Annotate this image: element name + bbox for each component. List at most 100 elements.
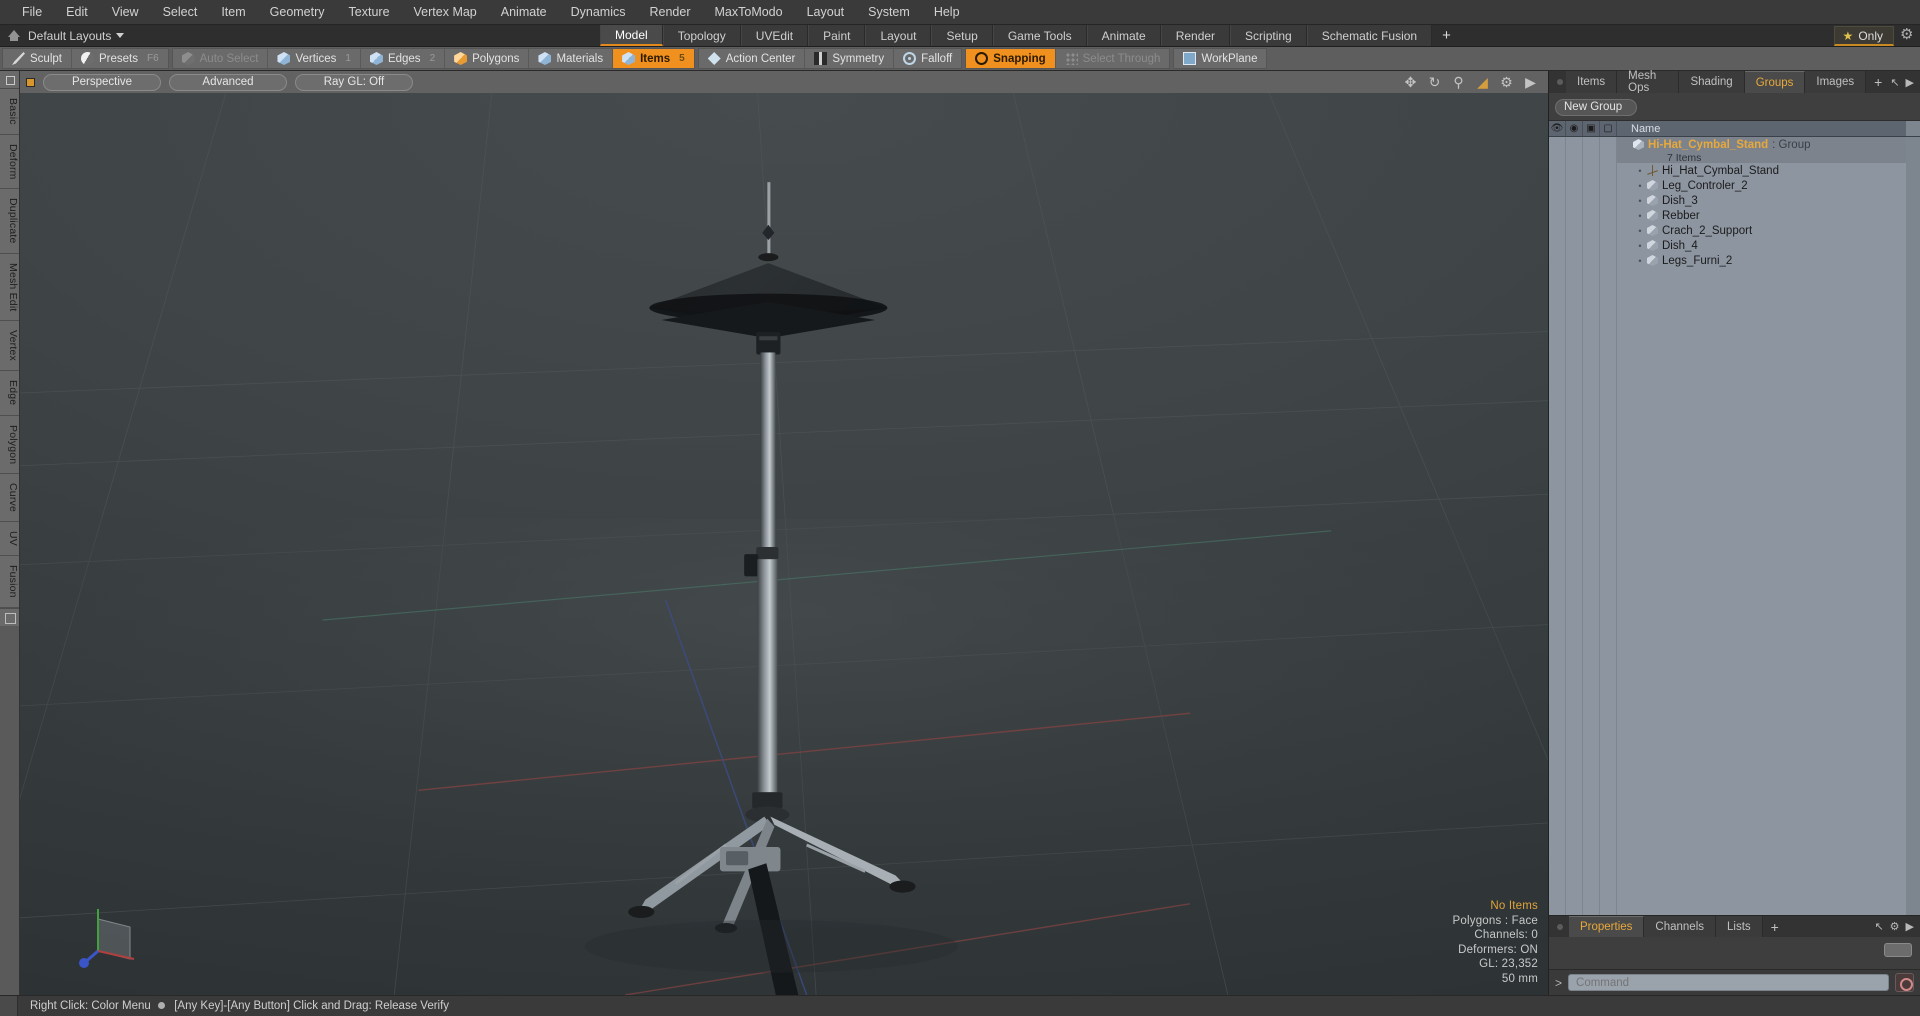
tree-row-item[interactable]: • Dish_3: [1617, 193, 1906, 208]
rail-item-polygon[interactable]: Polygon: [0, 415, 19, 475]
select-through-button[interactable]: Select Through: [1056, 49, 1170, 68]
menu-item-item[interactable]: Item: [209, 2, 257, 22]
vertices-button[interactable]: Vertices 1: [268, 49, 361, 68]
tree-scrollbar[interactable]: [1906, 137, 1920, 915]
tree-row-item[interactable]: • Crach_2_Support: [1617, 223, 1906, 238]
tree-row-item[interactable]: • Legs_Furni_2: [1617, 253, 1906, 268]
tree-row-item[interactable]: • Rebber: [1617, 208, 1906, 223]
tree-expander-icon[interactable]: •: [1633, 226, 1647, 236]
panel-add-tab-button[interactable]: +: [1866, 71, 1891, 93]
rail-item-deform[interactable]: Deform: [0, 134, 19, 190]
panel-tab-items[interactable]: Items: [1566, 71, 1618, 93]
3d-viewport[interactable]: No Items Polygons : Face Channels: 0 Def…: [20, 93, 1548, 995]
menu-item-dynamics[interactable]: Dynamics: [559, 2, 638, 22]
polygons-button[interactable]: Polygons: [445, 49, 530, 68]
tree-expander-icon[interactable]: •: [1633, 256, 1647, 266]
tree-row-item[interactable]: • Dish_4: [1617, 238, 1906, 253]
action-center-button[interactable]: Action Center: [699, 49, 806, 68]
viewport-settings-gear-icon[interactable]: ⚙: [1499, 74, 1514, 90]
menu-item-render[interactable]: Render: [638, 2, 703, 22]
materials-button[interactable]: Materials: [529, 49, 614, 68]
presets-button[interactable]: Presets F6: [72, 49, 168, 68]
tab-setup[interactable]: Setup: [931, 25, 993, 46]
tab-topology[interactable]: Topology: [662, 25, 741, 46]
tree-expander-icon[interactable]: •: [1633, 166, 1647, 176]
viewport-projection-dropdown[interactable]: Perspective: [43, 73, 161, 91]
snapping-button[interactable]: Snapping: [966, 49, 1056, 68]
tree-expander-icon[interactable]: •: [1633, 241, 1647, 251]
edges-button[interactable]: Edges 2: [361, 49, 446, 68]
symmetry-button[interactable]: Symmetry: [805, 49, 895, 68]
bottom-add-tab-button[interactable]: +: [1762, 916, 1787, 937]
gutter-lock[interactable]: [1583, 137, 1600, 915]
rail-item-uv[interactable]: UV: [0, 522, 19, 557]
tab-uvedit[interactable]: UVEdit: [740, 25, 809, 46]
status-bar-grip[interactable]: [0, 995, 18, 1016]
record-macro-button[interactable]: [1895, 973, 1914, 992]
rail-item-basic[interactable]: Basic: [0, 89, 19, 135]
expand-panel-icon[interactable]: ↖: [1890, 76, 1899, 89]
layout-selector[interactable]: Default Layouts: [0, 25, 600, 46]
bottom-panel-gear-icon[interactable]: ⚙: [1890, 920, 1900, 933]
menu-item-view[interactable]: View: [100, 2, 151, 22]
command-input[interactable]: [1568, 974, 1889, 991]
tab-scripting[interactable]: Scripting: [1230, 25, 1307, 46]
gutter-render[interactable]: [1566, 137, 1583, 915]
expand-bottom-panel-icon[interactable]: ↖: [1874, 920, 1883, 933]
menu-item-select[interactable]: Select: [151, 2, 210, 22]
new-group-button[interactable]: New Group: [1555, 99, 1638, 116]
viewport-more-arrow-icon[interactable]: ▶: [1523, 74, 1538, 90]
menu-item-maxtomodo[interactable]: MaxToModo: [703, 2, 795, 22]
menu-item-layout[interactable]: Layout: [795, 2, 857, 22]
panel-tab-images[interactable]: Images: [1805, 71, 1867, 93]
panel-more-arrow-icon[interactable]: ▶: [1906, 76, 1914, 89]
menu-item-animate[interactable]: Animate: [489, 2, 559, 22]
rail-item-vertex[interactable]: Vertex: [0, 321, 19, 372]
menu-item-system[interactable]: System: [856, 2, 922, 22]
sculpt-button[interactable]: Sculpt: [3, 49, 72, 68]
column-render-icon[interactable]: ◉: [1566, 121, 1583, 136]
items-button[interactable]: Items 5: [613, 49, 694, 68]
rail-item-mesh-edit[interactable]: Mesh Edit: [0, 253, 19, 322]
viewport-menu-dot-icon[interactable]: [26, 77, 35, 87]
panel-menu-dot-icon[interactable]: [1557, 71, 1566, 93]
menu-item-texture[interactable]: Texture: [337, 2, 402, 22]
viewport-raygl-dropdown[interactable]: Ray GL: Off: [295, 73, 413, 91]
menu-item-edit[interactable]: Edit: [54, 2, 100, 22]
viewport-shading-dropdown[interactable]: Advanced: [169, 73, 287, 91]
properties-pane-button[interactable]: [1884, 943, 1912, 957]
tab-game-tools[interactable]: Game Tools: [992, 25, 1087, 46]
tree-row-item[interactable]: • Leg_Controler_2: [1617, 178, 1906, 193]
menu-item-geometry[interactable]: Geometry: [258, 2, 337, 22]
pan-icon[interactable]: ✥: [1403, 74, 1418, 90]
rail-item-fusion[interactable]: Fusion: [0, 556, 19, 608]
fit-view-icon[interactable]: ◢: [1475, 74, 1490, 90]
bottom-panel-menu-dot-icon[interactable]: [1557, 916, 1569, 937]
tab-schematic-fusion[interactable]: Schematic Fusion: [1306, 25, 1433, 46]
tree-expander-icon[interactable]: •: [1633, 181, 1647, 191]
falloff-button[interactable]: Falloff: [894, 49, 961, 68]
panel-tab-shading[interactable]: Shading: [1679, 71, 1745, 93]
rail-extra-icon[interactable]: [0, 607, 19, 626]
bottom-tab-channels[interactable]: Channels: [1644, 916, 1717, 937]
auto-select-button[interactable]: Auto Select: [173, 49, 269, 68]
panel-tab-groups[interactable]: Groups: [1744, 71, 1806, 93]
tab-render[interactable]: Render: [1160, 25, 1231, 46]
menu-item-file[interactable]: File: [10, 2, 54, 22]
gutter-select[interactable]: [1600, 137, 1617, 915]
tab-paint[interactable]: Paint: [808, 25, 866, 46]
workplane-button[interactable]: WorkPlane: [1174, 49, 1266, 68]
panel-tab-mesh-ops[interactable]: Mesh Ops: [1617, 70, 1680, 94]
rail-pin-icon[interactable]: [0, 71, 19, 89]
menu-item-vertex-map[interactable]: Vertex Map: [402, 2, 489, 22]
rail-item-duplicate[interactable]: Duplicate: [0, 189, 19, 254]
column-select-icon[interactable]: ▢: [1600, 121, 1617, 136]
tree-expander-icon[interactable]: •: [1633, 196, 1647, 206]
tree-row-item[interactable]: • Hi_Hat_Cymbal_Stand: [1617, 163, 1906, 178]
tab-layout[interactable]: Layout: [865, 25, 932, 46]
gutter-visibility[interactable]: [1549, 137, 1566, 915]
menu-item-help[interactable]: Help: [922, 2, 972, 22]
column-lock-icon[interactable]: ▣: [1583, 121, 1600, 136]
tab-animate[interactable]: Animate: [1086, 25, 1161, 46]
bottom-tab-properties[interactable]: Properties: [1569, 916, 1645, 937]
